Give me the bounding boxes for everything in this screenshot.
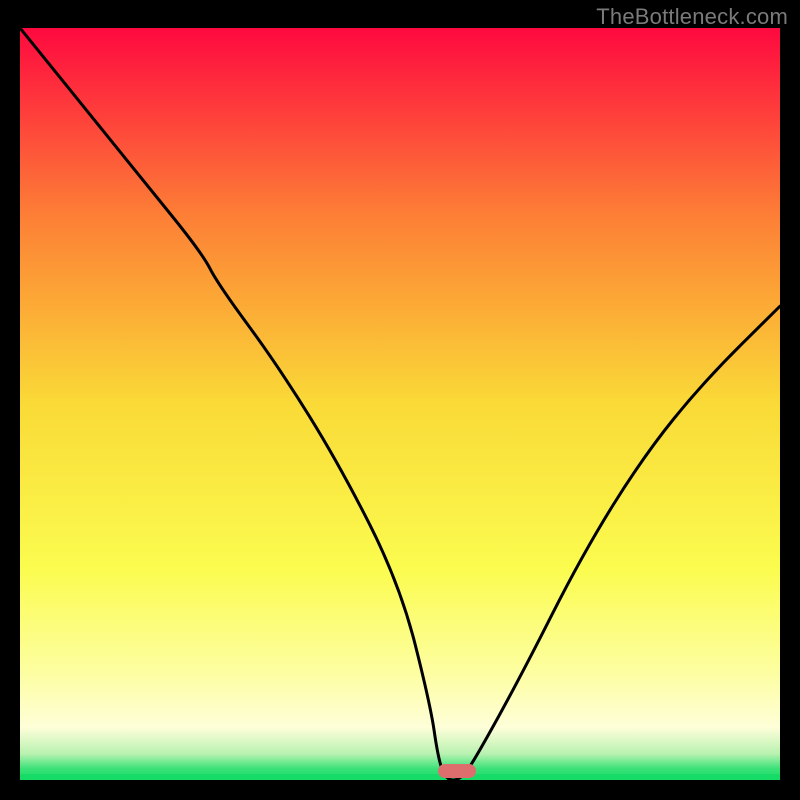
gradient-background [20,28,780,780]
watermark-text: TheBottleneck.com [596,4,788,30]
optimum-marker [438,764,476,778]
baseline-strip [20,774,780,780]
chart-svg [20,28,780,780]
chart-frame: TheBottleneck.com [0,0,800,800]
plot-area [20,28,780,780]
